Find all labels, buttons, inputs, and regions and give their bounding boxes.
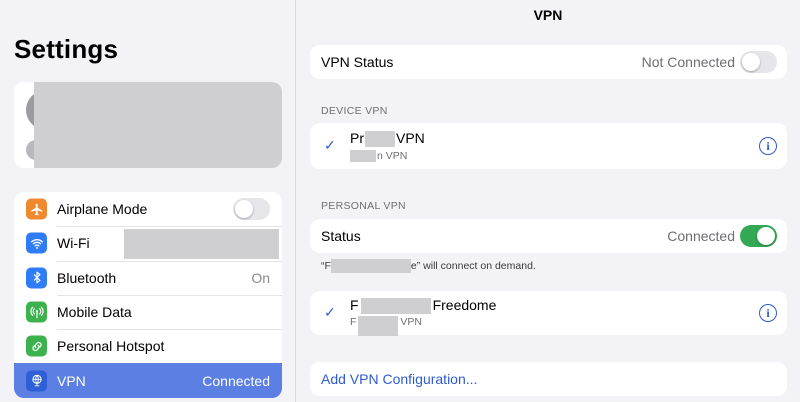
sidebar-item-label: Wi-Fi <box>57 235 90 252</box>
sidebar-item-personal-hotspot[interactable]: Personal Hotspot <box>14 329 282 363</box>
sidebar-item-label: Airplane Mode <box>57 201 148 218</box>
sidebar-item-label: VPN <box>57 372 86 389</box>
wifi-icon <box>26 232 47 254</box>
add-vpn-row[interactable]: Add VPN Configuration... <box>310 362 787 396</box>
personal-vpn-status-value: Connected <box>667 228 735 244</box>
personal-vpn-name: F Freedome <box>350 297 497 315</box>
settings-list: Airplane Mode Wi-Fi Bluetooth On Mobile … <box>14 192 282 398</box>
hotspot-icon <box>26 335 47 357</box>
sidebar-item-label: Mobile Data <box>57 304 132 321</box>
vpn-panel: VPN VPN Status Not Connected DEVICE VPN … <box>296 0 800 402</box>
checkmark-icon: ✓ <box>324 137 336 153</box>
globe-icon <box>26 370 47 392</box>
airplane-icon <box>26 198 47 220</box>
checkmark-icon: ✓ <box>324 304 336 320</box>
bluetooth-status: On <box>251 269 270 286</box>
on-demand-footnote: “F e” will connect on demand. <box>321 259 536 273</box>
sidebar-item-label: Personal Hotspot <box>57 338 165 355</box>
redacted-wifi-network <box>124 229 279 260</box>
vpn-status-card: VPN Status Not Connected <box>310 45 787 79</box>
bluetooth-icon <box>26 267 47 289</box>
personal-vpn-header: PERSONAL VPN <box>321 200 406 212</box>
info-icon[interactable]: i <box>759 137 777 155</box>
personal-vpn-status-label: Status <box>321 228 361 244</box>
add-vpn-card: Add VPN Configuration... <box>310 362 787 396</box>
settings-sidebar: Settings Airplane Mode Wi-Fi Bluetooth O… <box>0 0 296 402</box>
device-vpn-header: DEVICE VPN <box>321 105 388 117</box>
sidebar-item-bluetooth[interactable]: Bluetooth On <box>14 260 282 295</box>
device-vpn-subtitle: n VPN <box>350 150 407 163</box>
personal-vpn-toggle[interactable] <box>740 225 777 247</box>
device-vpn-name: Pr VPN <box>350 130 425 148</box>
personal-vpn-entry-card[interactable]: ✓ F Freedome F VPN i <box>310 291 787 336</box>
personal-vpn-subtitle: F VPN <box>350 316 422 336</box>
vpn-status-value: Not Connected <box>641 54 735 70</box>
sidebar-item-vpn[interactable]: VPN Connected <box>14 363 282 398</box>
sidebar-item-airplane-mode[interactable]: Airplane Mode <box>14 192 282 226</box>
airplane-mode-toggle[interactable] <box>233 198 270 220</box>
sidebar-item-mobile-data[interactable]: Mobile Data <box>14 294 282 329</box>
redacted-profile-info <box>34 82 282 168</box>
device-vpn-card[interactable]: ✓ Pr VPN n VPN i <box>310 123 787 169</box>
add-vpn-configuration-link[interactable]: Add VPN Configuration... <box>321 371 477 387</box>
sidebar-item-label: Bluetooth <box>57 269 117 286</box>
profile-card[interactable] <box>14 82 282 168</box>
personal-vpn-status-row: Status Connected <box>310 219 787 253</box>
antenna-icon <box>26 301 47 323</box>
page-title: VPN <box>533 7 563 23</box>
sidebar-title: Settings <box>14 34 119 64</box>
vpn-sidebar-status: Connected <box>202 372 270 389</box>
personal-vpn-status-card: Status Connected <box>310 219 787 253</box>
vpn-status-toggle[interactable] <box>740 51 777 73</box>
vpn-status-label: VPN Status <box>321 54 394 70</box>
info-icon[interactable]: i <box>759 304 777 322</box>
vpn-status-row: VPN Status Not Connected <box>310 45 787 79</box>
sidebar-item-wifi[interactable]: Wi-Fi <box>14 226 282 260</box>
